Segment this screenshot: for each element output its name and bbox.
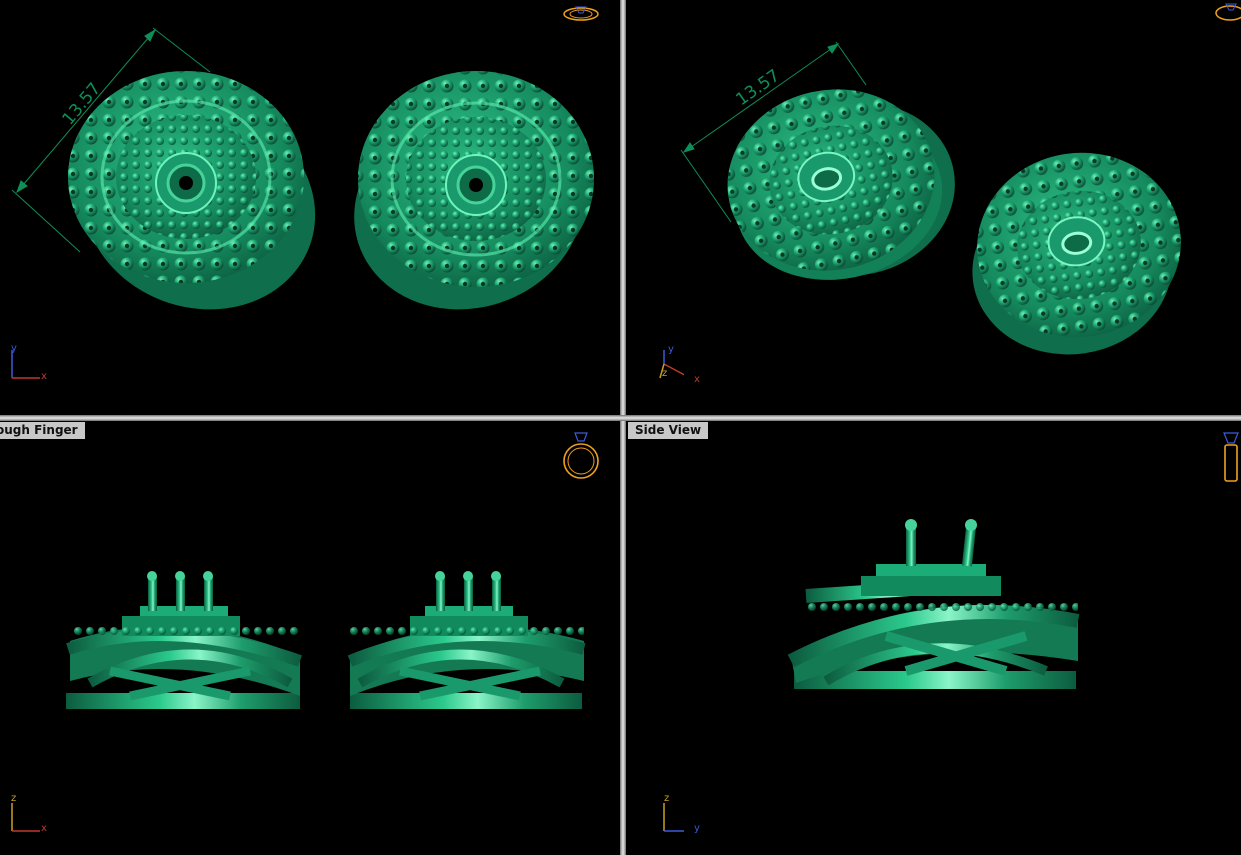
- earring-model-right: [354, 71, 594, 310]
- axis-indicator: z y: [634, 793, 700, 838]
- axis-label-vertical: y: [11, 343, 17, 354]
- axis-label-vertical: z: [664, 793, 670, 804]
- viewport-top[interactable]: 13.57 y x: [0, 0, 620, 415]
- earring-model: [787, 519, 1080, 689]
- viewport-perspective[interactable]: 13.57 y z x: [626, 0, 1241, 415]
- axis-label-vertical: z: [11, 793, 17, 804]
- axis-label-vertical: y: [668, 344, 674, 355]
- axis-indicator: z x: [8, 793, 58, 838]
- ring-top-view-icon[interactable]: [562, 4, 600, 24]
- axis-indicator: y z x: [634, 340, 700, 385]
- earring-model-right: [972, 152, 1181, 355]
- ring-perspective-view-icon[interactable]: [1214, 2, 1241, 24]
- perspective-view-scene: 13.57: [680, 41, 1181, 355]
- axis-label-depth: z: [662, 368, 668, 379]
- axis-label-horizontal: x: [41, 371, 47, 382]
- ring-side-view-icon[interactable]: [1221, 429, 1241, 484]
- front-view-scene: [66, 571, 586, 709]
- axis-indicator: y x: [8, 340, 58, 385]
- axis-label-horizontal: y: [694, 823, 700, 834]
- earring-model-left: [66, 571, 302, 709]
- viewport-splitter-horizontal[interactable]: [0, 415, 1241, 421]
- axis-label-horizontal: x: [694, 374, 700, 385]
- axis-label-horizontal: x: [41, 823, 47, 834]
- viewport-front[interactable]: ough Finger z x: [0, 421, 620, 855]
- viewport-splitter-vertical[interactable]: [620, 0, 626, 855]
- earring-model-right: [347, 571, 586, 709]
- side-view-scene: [787, 519, 1080, 689]
- earring-model-left: [68, 71, 316, 310]
- top-view-scene: 13.57: [11, 27, 594, 310]
- ring-front-view-icon[interactable]: [560, 429, 602, 481]
- viewport-side[interactable]: Side View z y: [626, 421, 1241, 855]
